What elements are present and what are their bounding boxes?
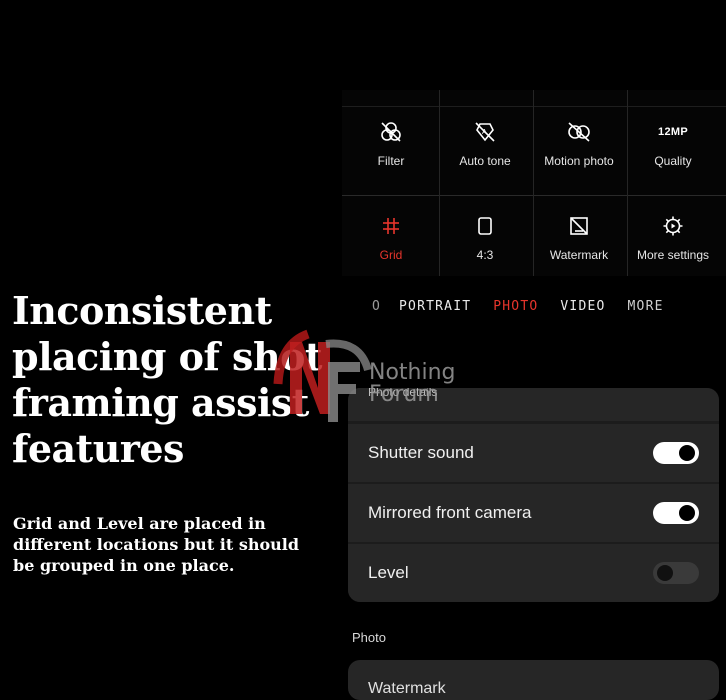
setting-label: Watermark <box>368 680 446 697</box>
settings-list: Photo details Shutter sound Mirrored fro… <box>348 388 719 602</box>
toggle-knob <box>679 505 695 521</box>
quick-setting-label: Motion photo <box>544 154 614 168</box>
quick-setting-label: Quality <box>654 154 692 168</box>
mode-more[interactable]: MORE <box>628 299 664 317</box>
quick-setting-quality[interactable]: 12MP Quality <box>626 103 720 193</box>
grid-icon <box>380 213 402 239</box>
mode-video[interactable]: VIDEO <box>560 299 605 317</box>
more-settings-icon <box>662 213 684 239</box>
quick-settings-panel: Filter A Auto tone Motion photo 12MP Qua… <box>342 90 726 276</box>
watermark-text-line: Nothing <box>369 360 456 385</box>
quick-setting-label: Grid <box>379 248 403 262</box>
grid-line <box>342 195 726 196</box>
setting-label: Shutter sound <box>368 443 474 462</box>
quick-setting-filter[interactable]: Filter <box>344 103 438 193</box>
toggle-knob <box>679 445 695 461</box>
quick-setting-label: Auto tone <box>459 154 511 168</box>
quick-setting-grid[interactable]: Grid <box>344 197 438 287</box>
quality-icon: 12MP <box>658 119 688 145</box>
quick-setting-label: Filter <box>377 154 405 168</box>
setting-mirrored-front-camera[interactable]: Mirrored front camera <box>348 484 719 542</box>
mode-cut-off[interactable]: O <box>372 299 381 317</box>
quick-setting-label: Watermark <box>549 248 609 262</box>
level-toggle[interactable] <box>653 562 699 584</box>
setting-label: Mirrored front camera <box>368 503 532 522</box>
mode-photo[interactable]: PHOTO <box>493 299 538 317</box>
subtext: Grid and Level are placed in different l… <box>13 514 300 575</box>
quick-setting-aspect-ratio[interactable]: 4:3 <box>438 197 532 287</box>
setting-level[interactable]: Level <box>348 544 719 602</box>
quick-setting-more-settings[interactable]: More settings <box>626 197 720 287</box>
setting-watermark-card[interactable]: Watermark <box>348 660 719 700</box>
quick-setting-label: More settings <box>636 248 710 262</box>
quick-setting-watermark[interactable]: Watermark <box>532 197 626 287</box>
quick-setting-motion-photo[interactable]: Motion photo <box>532 103 626 193</box>
quick-setting-auto-tone[interactable]: A Auto tone <box>438 103 532 193</box>
watermark-text: Nothing Forum <box>369 362 456 406</box>
mode-portrait[interactable]: PORTRAIT <box>399 299 471 317</box>
filter-icon <box>379 119 403 145</box>
camera-mode-bar: O PORTRAIT PHOTO VIDEO MORE <box>372 299 726 317</box>
motion-photo-icon <box>566 119 592 145</box>
auto-tone-icon: A <box>473 119 497 145</box>
watermark-icon <box>568 213 590 239</box>
nothing-forum-logo <box>273 329 372 422</box>
setting-shutter-sound[interactable]: Shutter sound <box>348 424 719 482</box>
aspect-ratio-icon <box>475 213 495 239</box>
quick-setting-label: 4:3 <box>476 248 494 262</box>
watermark-text-line: Forum <box>369 382 439 407</box>
shutter-sound-toggle[interactable] <box>653 442 699 464</box>
toggle-knob <box>657 565 673 581</box>
quality-value: 12MP <box>658 126 688 138</box>
mirrored-front-camera-toggle[interactable] <box>653 502 699 524</box>
setting-label: Level <box>368 563 409 582</box>
section-title-photo: Photo <box>352 630 386 645</box>
